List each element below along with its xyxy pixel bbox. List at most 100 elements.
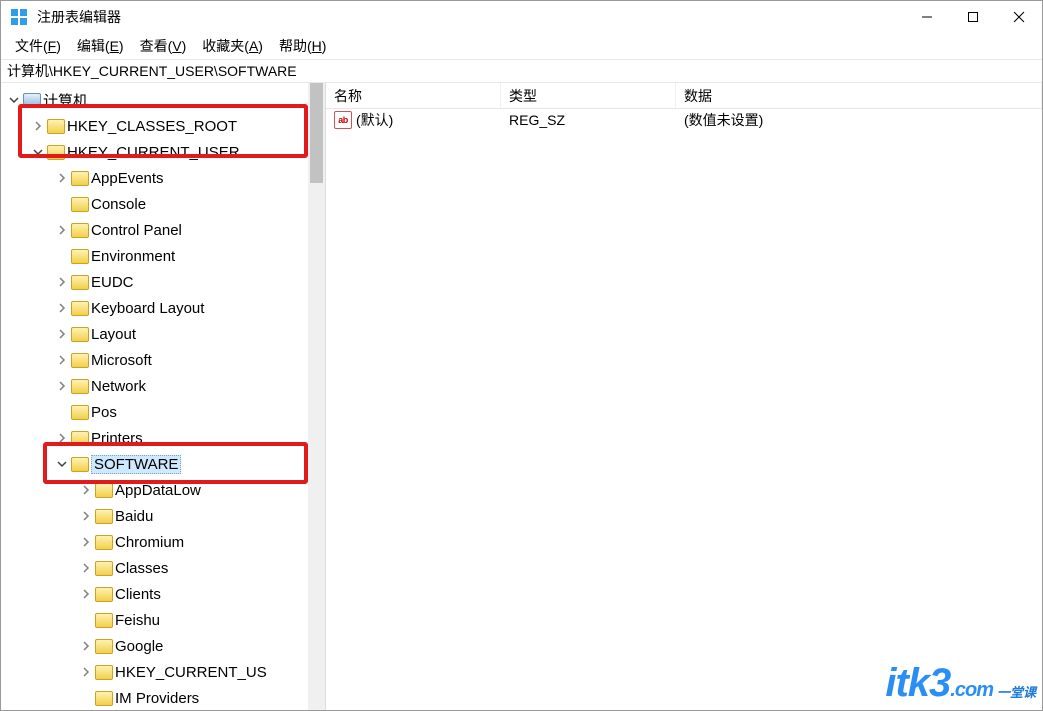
window-controls <box>904 1 1042 33</box>
folder-icon <box>95 613 113 628</box>
menu-help-label: 帮助 <box>279 38 307 54</box>
menu-help-key: H <box>312 38 322 54</box>
menu-edit-key: E <box>110 38 119 54</box>
column-type[interactable]: 类型 <box>501 83 676 108</box>
menubar: 文件(F) 编辑(E) 查看(V) 收藏夹(A) 帮助(H) <box>1 33 1042 59</box>
menu-file-label: 文件 <box>15 38 43 54</box>
tree-item-control-panel[interactable]: Control Panel <box>1 217 325 243</box>
menu-view[interactable]: 查看(V) <box>132 34 195 58</box>
folder-icon <box>71 431 89 446</box>
folder-icon <box>95 561 113 576</box>
chevron-right-icon[interactable] <box>55 379 69 393</box>
list-rows[interactable]: ab(默认) REG_SZ(数值未设置) <box>326 109 1042 710</box>
tree-item-pos[interactable]: Pos <box>1 399 325 425</box>
tree-scrollbar[interactable] <box>308 83 325 710</box>
chevron-right-icon[interactable] <box>31 119 45 133</box>
tree-item-hkey_current_us[interactable]: HKEY_CURRENT_US <box>1 659 325 685</box>
chevron-right-icon[interactable] <box>79 561 93 575</box>
chevron-right-icon[interactable] <box>55 301 69 315</box>
tree-item-layout[interactable]: Layout <box>1 321 325 347</box>
folder-icon <box>71 249 89 264</box>
folder-icon <box>95 691 113 706</box>
tree-item-label: HKEY_CURRENT_US <box>115 664 267 681</box>
tree-item-appdatalow[interactable]: AppDataLow <box>1 477 325 503</box>
folder-icon <box>71 197 89 212</box>
tree-item-label: Clients <box>115 586 161 603</box>
tree-item-appevents[interactable]: AppEvents <box>1 165 325 191</box>
string-value-icon: ab <box>334 111 352 129</box>
chevron-right-icon[interactable] <box>79 587 93 601</box>
tree-item-hkey_current_user[interactable]: HKEY_CURRENT_USER <box>1 139 325 165</box>
chevron-right-icon[interactable] <box>55 327 69 341</box>
chevron-right-icon[interactable] <box>79 639 93 653</box>
tree-item-label: Layout <box>91 326 136 343</box>
no-expander-icon <box>79 691 93 705</box>
menu-file[interactable]: 文件(F) <box>7 34 69 58</box>
no-expander-icon <box>55 405 69 419</box>
no-expander-icon <box>55 197 69 211</box>
cell-type: REG_SZ <box>501 112 676 128</box>
folder-icon <box>95 587 113 602</box>
tree-item-label: Control Panel <box>91 222 182 239</box>
tree-item-label: HKEY_CLASSES_ROOT <box>67 118 237 135</box>
tree-item-chromium[interactable]: Chromium <box>1 529 325 555</box>
chevron-down-icon[interactable] <box>55 457 69 471</box>
tree-item-eudc[interactable]: EUDC <box>1 269 325 295</box>
tree-item-printers[interactable]: Printers <box>1 425 325 451</box>
tree-item-label: EUDC <box>91 274 134 291</box>
tree-item-label: IM Providers <box>115 690 199 707</box>
tree-item-keyboard-layout[interactable]: Keyboard Layout <box>1 295 325 321</box>
tree-item-feishu[interactable]: Feishu <box>1 607 325 633</box>
chevron-right-icon[interactable] <box>55 275 69 289</box>
scrollbar-thumb[interactable] <box>310 83 323 183</box>
tree-item-google[interactable]: Google <box>1 633 325 659</box>
column-data[interactable]: 数据 <box>676 83 1042 108</box>
address-bar[interactable]: 计算机\HKEY_CURRENT_USER\SOFTWARE <box>1 59 1042 83</box>
tree-item-label: AppEvents <box>91 170 164 187</box>
tree-item-network[interactable]: Network <box>1 373 325 399</box>
chevron-down-icon[interactable] <box>7 93 21 107</box>
menu-help[interactable]: 帮助(H) <box>271 34 334 58</box>
computer-icon <box>23 93 41 107</box>
tree-item-console[interactable]: Console <box>1 191 325 217</box>
value-name: (默认) <box>356 110 393 130</box>
chevron-right-icon[interactable] <box>55 353 69 367</box>
list-item[interactable]: ab(默认) REG_SZ(数值未设置) <box>326 109 1042 131</box>
tree-item-environment[interactable]: Environment <box>1 243 325 269</box>
tree-item-计算机[interactable]: 计算机 <box>1 87 325 113</box>
menu-edit[interactable]: 编辑(E) <box>69 34 132 58</box>
chevron-right-icon[interactable] <box>55 171 69 185</box>
chevron-right-icon[interactable] <box>55 431 69 445</box>
tree-item-label: Console <box>91 196 146 213</box>
menu-view-label: 查看 <box>140 38 168 54</box>
menu-view-key: V <box>172 38 181 54</box>
tree-item-im-providers[interactable]: IM Providers <box>1 685 325 710</box>
tree-container[interactable]: 计算机 HKEY_CLASSES_ROOT HKEY_CURRENT_USER App… <box>1 83 325 710</box>
main-split: 计算机 HKEY_CLASSES_ROOT HKEY_CURRENT_USER App… <box>1 83 1042 710</box>
maximize-button[interactable] <box>950 1 996 33</box>
registry-editor-window: 注册表编辑器 文件(F) 编辑(E) 查看(V) 收藏夹(A) 帮助(H) 计算… <box>0 0 1043 711</box>
chevron-right-icon[interactable] <box>79 509 93 523</box>
chevron-down-icon[interactable] <box>31 145 45 159</box>
cell-data: (数值未设置) <box>676 110 1042 130</box>
folder-icon <box>95 665 113 680</box>
folder-icon <box>71 405 89 420</box>
chevron-right-icon[interactable] <box>79 535 93 549</box>
tree-item-microsoft[interactable]: Microsoft <box>1 347 325 373</box>
folder-icon <box>71 379 89 394</box>
chevron-right-icon[interactable] <box>55 223 69 237</box>
folder-icon <box>71 171 89 186</box>
chevron-right-icon[interactable] <box>79 665 93 679</box>
column-name[interactable]: 名称 <box>326 83 501 108</box>
minimize-button[interactable] <box>904 1 950 33</box>
tree-item-label: Pos <box>91 404 117 421</box>
tree-item-software[interactable]: SOFTWARE <box>1 451 325 477</box>
menu-favorites[interactable]: 收藏夹(A) <box>194 34 271 58</box>
close-button[interactable] <box>996 1 1042 33</box>
tree-item-baidu[interactable]: Baidu <box>1 503 325 529</box>
tree-item-classes[interactable]: Classes <box>1 555 325 581</box>
chevron-right-icon[interactable] <box>79 483 93 497</box>
tree-item-clients[interactable]: Clients <box>1 581 325 607</box>
tree-item-label: Google <box>115 638 163 655</box>
tree-item-hkey_classes_root[interactable]: HKEY_CLASSES_ROOT <box>1 113 325 139</box>
